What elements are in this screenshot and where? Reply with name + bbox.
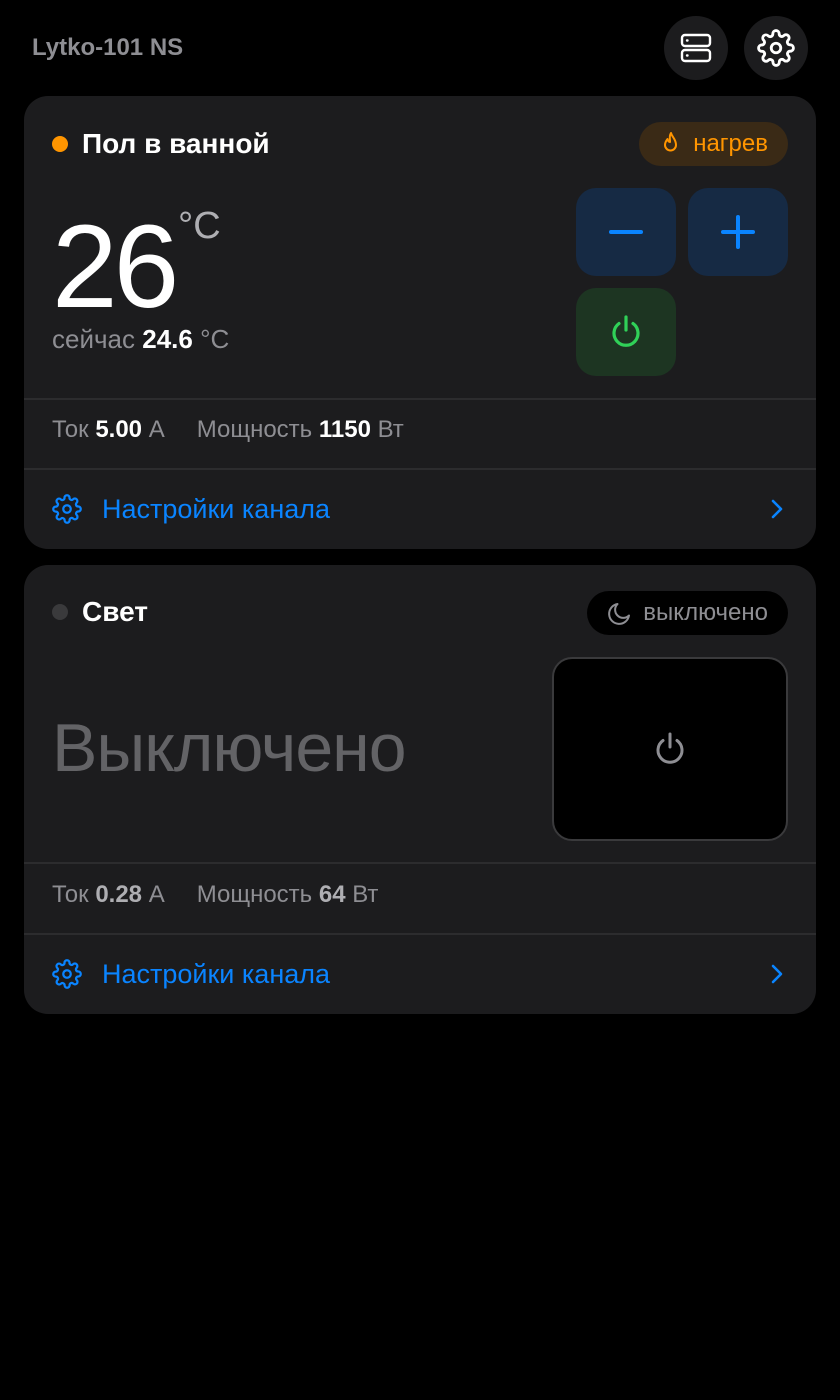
power-stat: Мощность 64 Вт	[197, 879, 379, 911]
increase-temp-button[interactable]	[688, 188, 788, 276]
now-value: 24.6	[142, 324, 193, 354]
current-unit: А	[148, 416, 165, 443]
channel-card-light: Свет выключено Выключено Ток 0.28 А Мощн…	[24, 565, 816, 1014]
power-icon	[656, 732, 684, 764]
decrease-temp-button[interactable]	[576, 188, 676, 276]
app-root: Lytko-101 NS Пол в ванной нагрев 26 °C с…	[0, 0, 840, 1400]
server-icon	[680, 33, 712, 63]
status-label: нагрев	[693, 130, 768, 157]
channel-stats: Ток 0.28 А Мощность 64 Вт	[52, 879, 378, 911]
flame-icon	[664, 132, 678, 152]
current-label: Ток	[52, 881, 89, 908]
divider	[24, 862, 816, 864]
power-value: 1150	[318, 416, 371, 443]
status-label: выключено	[643, 599, 768, 626]
plus-icon	[721, 215, 755, 249]
chevron-right-icon	[771, 499, 783, 519]
gear-icon	[52, 494, 82, 524]
power-unit: Вт	[352, 881, 379, 908]
target-temperature: 26	[52, 201, 179, 333]
settings-label: Настройки канала	[102, 959, 331, 989]
current-temperature: сейчас 24.6 °C	[52, 322, 229, 356]
channel-settings-link[interactable]: Настройки канала	[24, 935, 816, 1013]
gear-icon	[52, 959, 82, 989]
current-stat: Ток 5.00 А	[52, 414, 165, 446]
status-badge-off: выключено	[587, 591, 788, 635]
channel-title: Пол в ванной	[82, 128, 270, 159]
header: Lytko-101 NS	[0, 0, 840, 96]
channel-card-floor: Пол в ванной нагрев 26 °C сейчас 24.6 °C	[24, 96, 816, 549]
current-value: 0.28	[95, 881, 143, 908]
device-name: Lytko-101 NS	[32, 34, 184, 61]
power-unit: Вт	[377, 416, 404, 443]
settings-button[interactable]	[744, 16, 808, 80]
power-label: Мощность	[196, 416, 313, 443]
power-label: Мощность	[196, 881, 313, 908]
current-stat: Ток 0.28 А	[52, 879, 165, 911]
now-unit: °C	[200, 324, 230, 354]
current-value: 5.00	[95, 416, 143, 443]
now-label: сейчас	[52, 324, 135, 354]
power-icon	[612, 315, 640, 347]
settings-label: Настройки канала	[102, 494, 331, 524]
channel-state-text: Выключено	[52, 710, 407, 786]
moon-icon	[608, 603, 631, 625]
channel-title: Свет	[82, 596, 148, 627]
divider	[24, 398, 816, 400]
gear-icon	[757, 29, 795, 67]
minus-icon	[609, 230, 643, 234]
power-toggle-button[interactable]	[552, 657, 788, 841]
power-value: 64	[318, 881, 346, 908]
channel-stats: Ток 5.00 А Мощность 1150 Вт	[52, 414, 404, 446]
channel-status-dot	[52, 604, 68, 620]
power-stat: Мощность 1150 Вт	[197, 414, 404, 446]
channel-status-dot	[52, 136, 68, 152]
current-label: Ток	[52, 416, 89, 443]
current-unit: А	[148, 881, 165, 908]
status-badge-heating: нагрев	[639, 122, 788, 166]
power-toggle-button[interactable]	[576, 288, 676, 376]
chevron-right-icon	[771, 964, 783, 984]
devices-button[interactable]	[664, 16, 728, 80]
channel-settings-link[interactable]: Настройки канала	[24, 470, 816, 548]
temperature-unit: °C	[178, 205, 221, 247]
